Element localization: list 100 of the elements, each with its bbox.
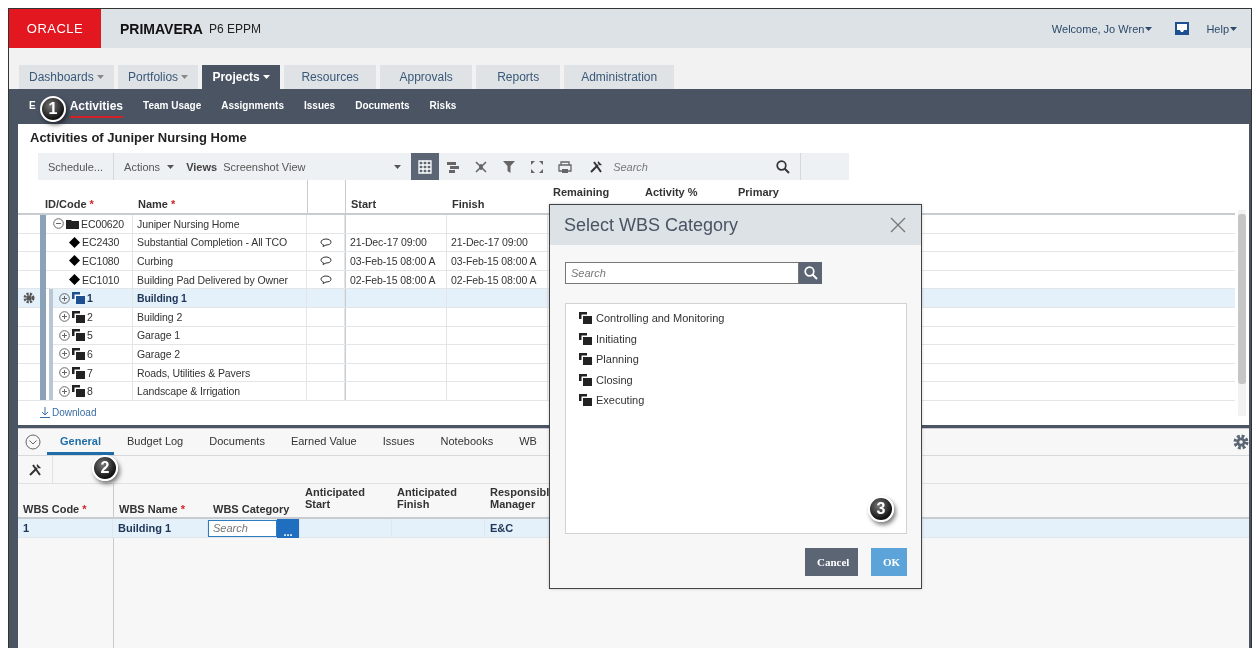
- nav-tab[interactable]: Approvals: [380, 65, 473, 89]
- sub-tab[interactable]: Documents: [355, 97, 410, 116]
- column-header[interactable]: Start: [345, 180, 447, 213]
- activity-name: Roads, Utilities & Pavers: [133, 363, 307, 382]
- product-name: PRIMAVERA: [120, 20, 203, 37]
- collapse-icon[interactable]: [25, 434, 41, 450]
- responsible-manager: E&C: [490, 522, 514, 534]
- column-header[interactable]: Anticipated Finish: [392, 484, 485, 517]
- sub-tab[interactable]: E: [29, 97, 36, 116]
- inbox-icon[interactable]: [1174, 21, 1191, 36]
- nav-tab[interactable]: Reports: [476, 65, 561, 89]
- detail-tab[interactable]: Documents: [196, 429, 278, 455]
- wbs-icon: [579, 394, 592, 407]
- detail-tab[interactable]: WB: [506, 429, 550, 455]
- detail-tab[interactable]: Issues: [369, 429, 428, 455]
- user-menu[interactable]: Welcome, Jo Wren: [1051, 22, 1153, 35]
- column-header[interactable]: WBS Code *: [18, 484, 113, 517]
- nav-tab[interactable]: Resources: [284, 65, 377, 89]
- category-item[interactable]: Controlling and Monitoring: [579, 308, 725, 329]
- column-header[interactable]: ID/Code *: [40, 180, 133, 213]
- search-button[interactable]: [799, 262, 822, 284]
- view-dropdown[interactable]: Screenshot View: [223, 160, 412, 173]
- column-header[interactable]: WBS Category: [208, 484, 300, 517]
- help-menu[interactable]: Help: [1206, 22, 1237, 35]
- folder-icon: [66, 218, 79, 229]
- nav-tab[interactable]: Projects: [202, 65, 281, 89]
- detail-tab[interactable]: Budget Log: [113, 429, 197, 455]
- dialog-title: Select WBS Category: [564, 214, 739, 236]
- gear-icon[interactable]: [23, 292, 35, 305]
- milestone-icon: [69, 274, 80, 286]
- nav-tab[interactable]: Administration: [564, 65, 675, 89]
- schedule-button[interactable]: Schedule...: [38, 153, 115, 180]
- expand-icon[interactable]: [59, 367, 70, 379]
- table-cell: 02-Feb-15 08:00 A: [447, 270, 548, 289]
- activity-name: Garage 1: [133, 326, 307, 345]
- table-cell: 03-Feb-15 08:00 A: [345, 252, 447, 270]
- wbs-icon: [72, 292, 85, 305]
- activity-name: Garage 2: [133, 345, 307, 363]
- category-item[interactable]: Initiating: [579, 328, 637, 349]
- sub-tab[interactable]: Activities: [69, 95, 124, 118]
- column-header[interactable]: Finish: [447, 180, 548, 213]
- category-field[interactable]: Search: [208, 519, 277, 537]
- nav-tab[interactable]: Portfolios: [118, 65, 199, 89]
- column-header[interactable]: Name *: [133, 180, 307, 213]
- nav-tab[interactable]: Dashboards: [19, 65, 115, 89]
- activity-id: EC1080: [82, 255, 120, 267]
- view-button[interactable]: [411, 153, 440, 180]
- detail-tab[interactable]: Earned Value: [277, 429, 370, 455]
- expand-icon[interactable]: [59, 385, 70, 397]
- category-item[interactable]: Planning: [579, 349, 639, 370]
- column-header[interactable]: Anticipated Start: [300, 484, 392, 517]
- comment-icon[interactable]: [319, 256, 332, 266]
- sub-tab[interactable]: Risks: [429, 97, 457, 116]
- search-field[interactable]: Search: [611, 159, 777, 174]
- activity-id: 6: [87, 347, 93, 360]
- search-icon[interactable]: [776, 159, 791, 174]
- collapse-icon[interactable]: [53, 218, 64, 230]
- product-edition: P6 EPPM: [208, 21, 261, 36]
- comment-icon[interactable]: [319, 275, 332, 285]
- activity-name: Building Pad Delivered by Owner: [133, 270, 307, 289]
- milestone-icon: [69, 236, 80, 248]
- sub-tab[interactable]: Assignments: [221, 97, 284, 116]
- download-link[interactable]: Download: [40, 406, 97, 418]
- activity-name: Building 2: [133, 307, 307, 326]
- activity-name: Building 1: [133, 289, 307, 307]
- wbs-icon: [579, 312, 592, 325]
- detail-tab[interactable]: Notebooks: [427, 429, 507, 455]
- tools-icon[interactable]: [28, 462, 42, 477]
- column-header[interactable]: WBS Name *: [113, 484, 208, 517]
- settings-icon[interactable]: [1233, 434, 1249, 450]
- milestone-icon: [69, 255, 80, 267]
- expand-icon: [530, 159, 545, 174]
- search-field[interactable]: Search: [565, 262, 799, 284]
- grid-icon: [418, 159, 433, 174]
- sub-tab[interactable]: Team Usage: [143, 97, 202, 116]
- activity-id: EC00620: [81, 217, 125, 230]
- column-header[interactable]: Responsibl Manager: [485, 484, 551, 517]
- activity-id: 2: [87, 310, 93, 323]
- close-icon[interactable]: [890, 217, 906, 233]
- scrollbar[interactable]: [1238, 210, 1246, 416]
- detail-tab[interactable]: General: [47, 429, 114, 455]
- table-cell: 02-Feb-15 08:00 A: [345, 270, 447, 289]
- actions-menu[interactable]: Actions: [114, 153, 185, 180]
- expand-icon[interactable]: [59, 292, 70, 304]
- panel-title: Activities of Juniper Nursing Home: [29, 129, 248, 147]
- category-item[interactable]: Executing: [579, 390, 645, 411]
- filter-icon: [502, 159, 517, 174]
- expand-icon[interactable]: [59, 329, 70, 341]
- sub-tab[interactable]: Issues: [304, 97, 336, 116]
- expand-icon[interactable]: [59, 348, 70, 360]
- comment-icon[interactable]: [319, 237, 332, 247]
- cancel-button[interactable]: Cancel: [805, 548, 858, 576]
- activity-id: 1: [87, 292, 93, 305]
- caret-icon: [1145, 26, 1153, 31]
- expand-icon[interactable]: [59, 311, 70, 323]
- activity-name: Landscape & Irrigation: [133, 382, 307, 400]
- activity-name: Juniper Nursing Home: [133, 215, 307, 233]
- category-item[interactable]: Closing: [579, 369, 633, 390]
- wbs-icon: [579, 332, 592, 345]
- tools-icon[interactable]: [589, 159, 604, 174]
